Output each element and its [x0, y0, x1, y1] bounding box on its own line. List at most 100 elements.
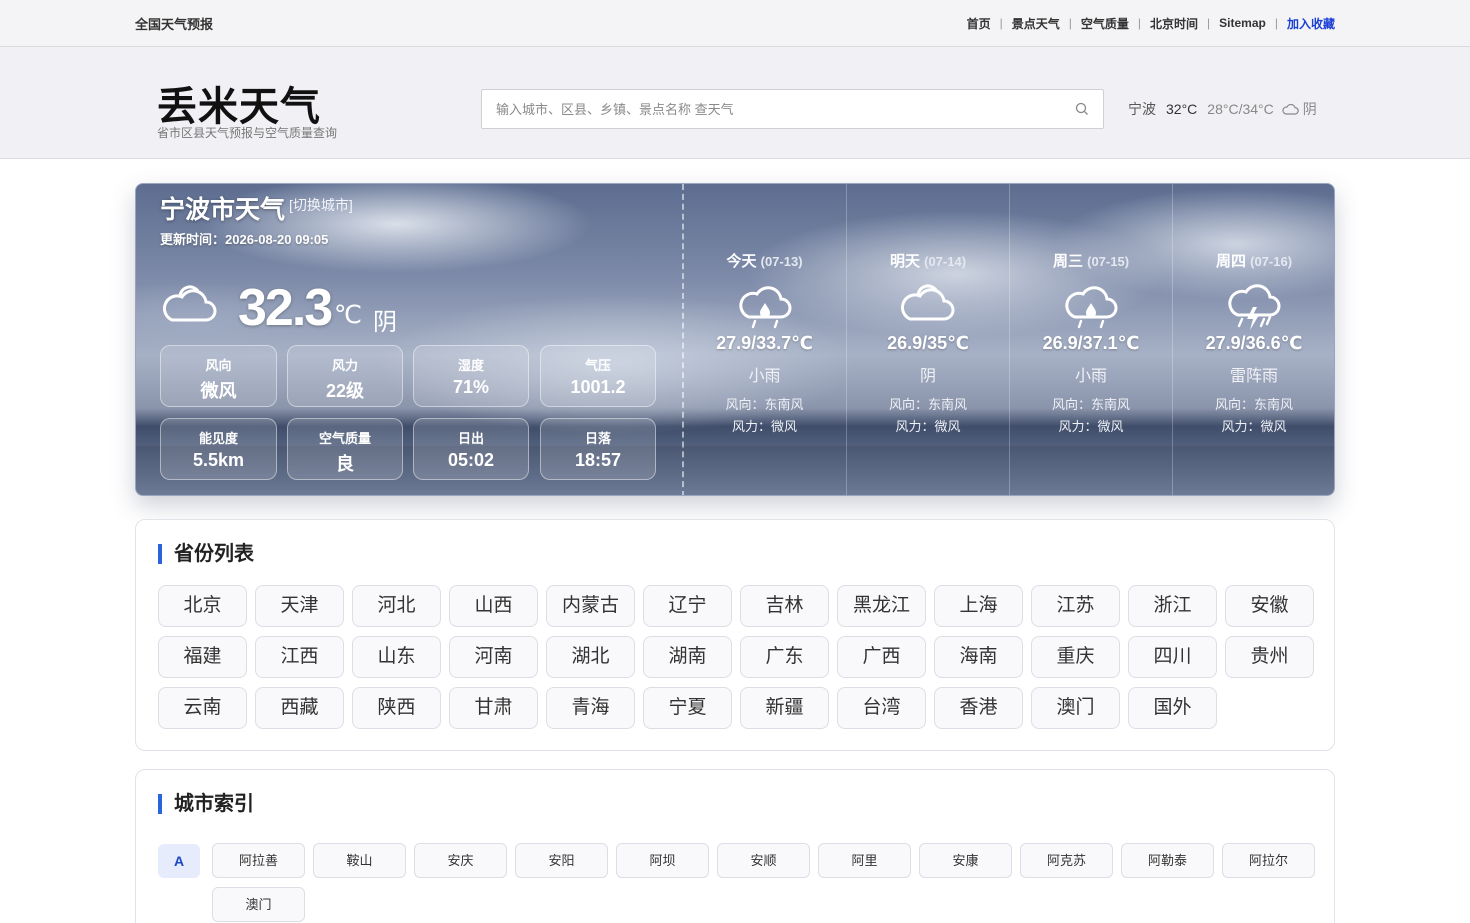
city-item[interactable]: 安顺: [717, 843, 810, 878]
section-title: 省份列表: [158, 544, 254, 564]
province-item[interactable]: 国外: [1128, 687, 1217, 729]
temperature-unit: ℃: [334, 301, 363, 329]
city-item[interactable]: 安庆: [414, 843, 507, 878]
tile-value: 71%: [452, 377, 490, 397]
tile-label: 湿度: [457, 358, 484, 373]
province-item[interactable]: 云南: [158, 687, 247, 729]
forecast-condition: 小雨: [1074, 368, 1107, 385]
rain-cloud-icon: [1065, 286, 1118, 329]
province-item[interactable]: 湖南: [643, 636, 732, 678]
province-item[interactable]: 黑龙江: [837, 585, 926, 627]
current-weather-panel: 宁波市天气 [切换城市] 更新时间：2026-08-20 09:05 32.3 …: [136, 184, 682, 495]
city-item[interactable]: 阿拉善: [212, 843, 305, 878]
tile-wind-direction: 风向 微风: [160, 345, 277, 407]
city-item[interactable]: 阿里: [818, 843, 911, 878]
province-item[interactable]: 安徽: [1225, 585, 1314, 627]
tile-sunset: 日落 18:57: [540, 418, 656, 480]
province-item[interactable]: 澳门: [1031, 687, 1120, 729]
forecast-condition: 小雨: [748, 368, 781, 385]
top-bar: 全国天气预报 首页 | 景点天气 | 空气质量 | 北京时间 | Sitemap | 加入…: [0, 0, 1470, 47]
tile-value: 18:57: [574, 450, 622, 470]
tile-label: 风向: [205, 358, 232, 373]
province-item[interactable]: 江苏: [1031, 585, 1120, 627]
province-item[interactable]: 四川: [1128, 636, 1217, 678]
city-item[interactable]: 阿坝: [616, 843, 709, 878]
current-temperature: 32.3: [238, 279, 333, 337]
province-item[interactable]: 甘肃: [449, 687, 538, 729]
province-item[interactable]: 江西: [255, 636, 344, 678]
province-item[interactable]: 内蒙古: [546, 585, 635, 627]
search-icon[interactable]: [1075, 102, 1089, 116]
city-item[interactable]: 安阳: [515, 843, 608, 878]
search-box: [481, 89, 1104, 129]
rain-cloud-icon: [738, 286, 791, 329]
nav-beijing-time[interactable]: 北京时间: [1150, 15, 1198, 32]
city-item[interactable]: 阿克苏: [1020, 843, 1113, 878]
province-item[interactable]: 北京: [158, 585, 247, 627]
province-item[interactable]: 吉林: [740, 585, 829, 627]
forecast-condition: 雷阵雨: [1229, 368, 1278, 385]
top-nav: 首页 | 景点天气 | 空气质量 | 北京时间 | Sitemap | 加入收藏: [966, 15, 1335, 32]
city-item[interactable]: 澳门: [212, 887, 305, 922]
city-item[interactable]: 阿勒泰: [1121, 843, 1214, 878]
header-weather-city: 宁波: [1128, 101, 1156, 117]
header-weather-condition: 阴: [1302, 101, 1317, 117]
province-item[interactable]: 天津: [255, 585, 344, 627]
forecast-wind: 风向：东南风 风力：微风: [725, 397, 804, 434]
province-item[interactable]: 台湾: [837, 687, 926, 729]
province-item[interactable]: 浙江: [1128, 585, 1217, 627]
nav-sitemap[interactable]: Sitemap: [1219, 16, 1266, 30]
forecast-temp: 26.9/37.1℃: [1042, 333, 1140, 353]
tile-label: 能见度: [198, 431, 238, 446]
province-item[interactable]: 山西: [449, 585, 538, 627]
city-item[interactable]: 鞍山: [313, 843, 406, 878]
tile-label: 气压: [584, 358, 611, 373]
nav-home[interactable]: 首页: [967, 15, 991, 32]
city-title: 宁波市天气: [160, 196, 286, 224]
province-item[interactable]: 西藏: [255, 687, 344, 729]
province-item[interactable]: 青海: [546, 687, 635, 729]
nav-air-quality[interactable]: 空气质量: [1081, 15, 1129, 32]
province-item[interactable]: 广东: [740, 636, 829, 678]
city-grid: 阿拉善 鞍山 安庆 安阳 阿坝 安顺 阿里 安康 阿克苏 阿勒泰 阿拉尔澳门: [212, 843, 1315, 922]
forecast-day-name: 周三 (07-15): [1052, 253, 1130, 270]
nav-scenic-weather[interactable]: 景点天气: [1012, 15, 1060, 32]
forecast-day-name: 周四 (07-16): [1215, 253, 1293, 270]
forecast-day-today: 今天 (07-13) 27.9/33.7℃ 小雨 风向：东南风 风力：微风: [683, 184, 846, 495]
province-item[interactable]: 重庆: [1031, 636, 1120, 678]
tile-label: 日出: [457, 431, 484, 446]
tile-value: 良: [336, 454, 354, 474]
province-item[interactable]: 河北: [352, 585, 441, 627]
site-slogan: 省市区县天气预报与空气质量查询: [157, 126, 338, 140]
province-item[interactable]: 贵州: [1225, 636, 1314, 678]
switch-city-link[interactable]: [切换城市]: [289, 195, 353, 215]
search-input[interactable]: [482, 90, 1042, 128]
tile-pressure: 气压 1001.2: [540, 345, 656, 407]
tile-value: 05:02: [447, 450, 495, 470]
province-grid: 北京 天津 河北 山西 内蒙古 辽宁 吉林 黑龙江 上海 江苏 浙江 安徽福建 江西 山东 河南 湖北 湖南 广东…: [158, 585, 1314, 729]
province-item[interactable]: 福建: [158, 636, 247, 678]
city-item[interactable]: 安康: [919, 843, 1012, 878]
province-item[interactable]: 上海: [934, 585, 1023, 627]
cloud-icon: [162, 285, 217, 322]
province-item[interactable]: 湖北: [546, 636, 635, 678]
province-item[interactable]: 香港: [934, 687, 1023, 729]
province-item[interactable]: 辽宁: [643, 585, 732, 627]
tile-humidity: 湿度 71%: [413, 345, 529, 407]
add-favorite-link[interactable]: 加入收藏: [1287, 15, 1335, 32]
province-item[interactable]: 陕西: [352, 687, 441, 729]
province-item[interactable]: 广西: [837, 636, 926, 678]
forecast-temp: 27.9/36.6℃: [1205, 333, 1303, 353]
index-letter[interactable]: A: [158, 844, 200, 878]
province-item[interactable]: 海南: [934, 636, 1023, 678]
header-weather[interactable]: 宁波 32°C 28°C/34°C 阴: [1128, 99, 1317, 119]
province-item[interactable]: 河南: [449, 636, 538, 678]
province-item[interactable]: 新疆: [740, 687, 829, 729]
province-item[interactable]: 山东: [352, 636, 441, 678]
tile-visibility: 能见度 5.5km: [160, 418, 277, 480]
forecast-temp: 27.9/33.7℃: [716, 333, 813, 353]
province-item[interactable]: 宁夏: [643, 687, 732, 729]
city-item[interactable]: 阿拉尔: [1222, 843, 1315, 878]
header-weather-temp: 32°C: [1166, 101, 1198, 117]
tile-sunrise: 日出 05:02: [413, 418, 529, 480]
